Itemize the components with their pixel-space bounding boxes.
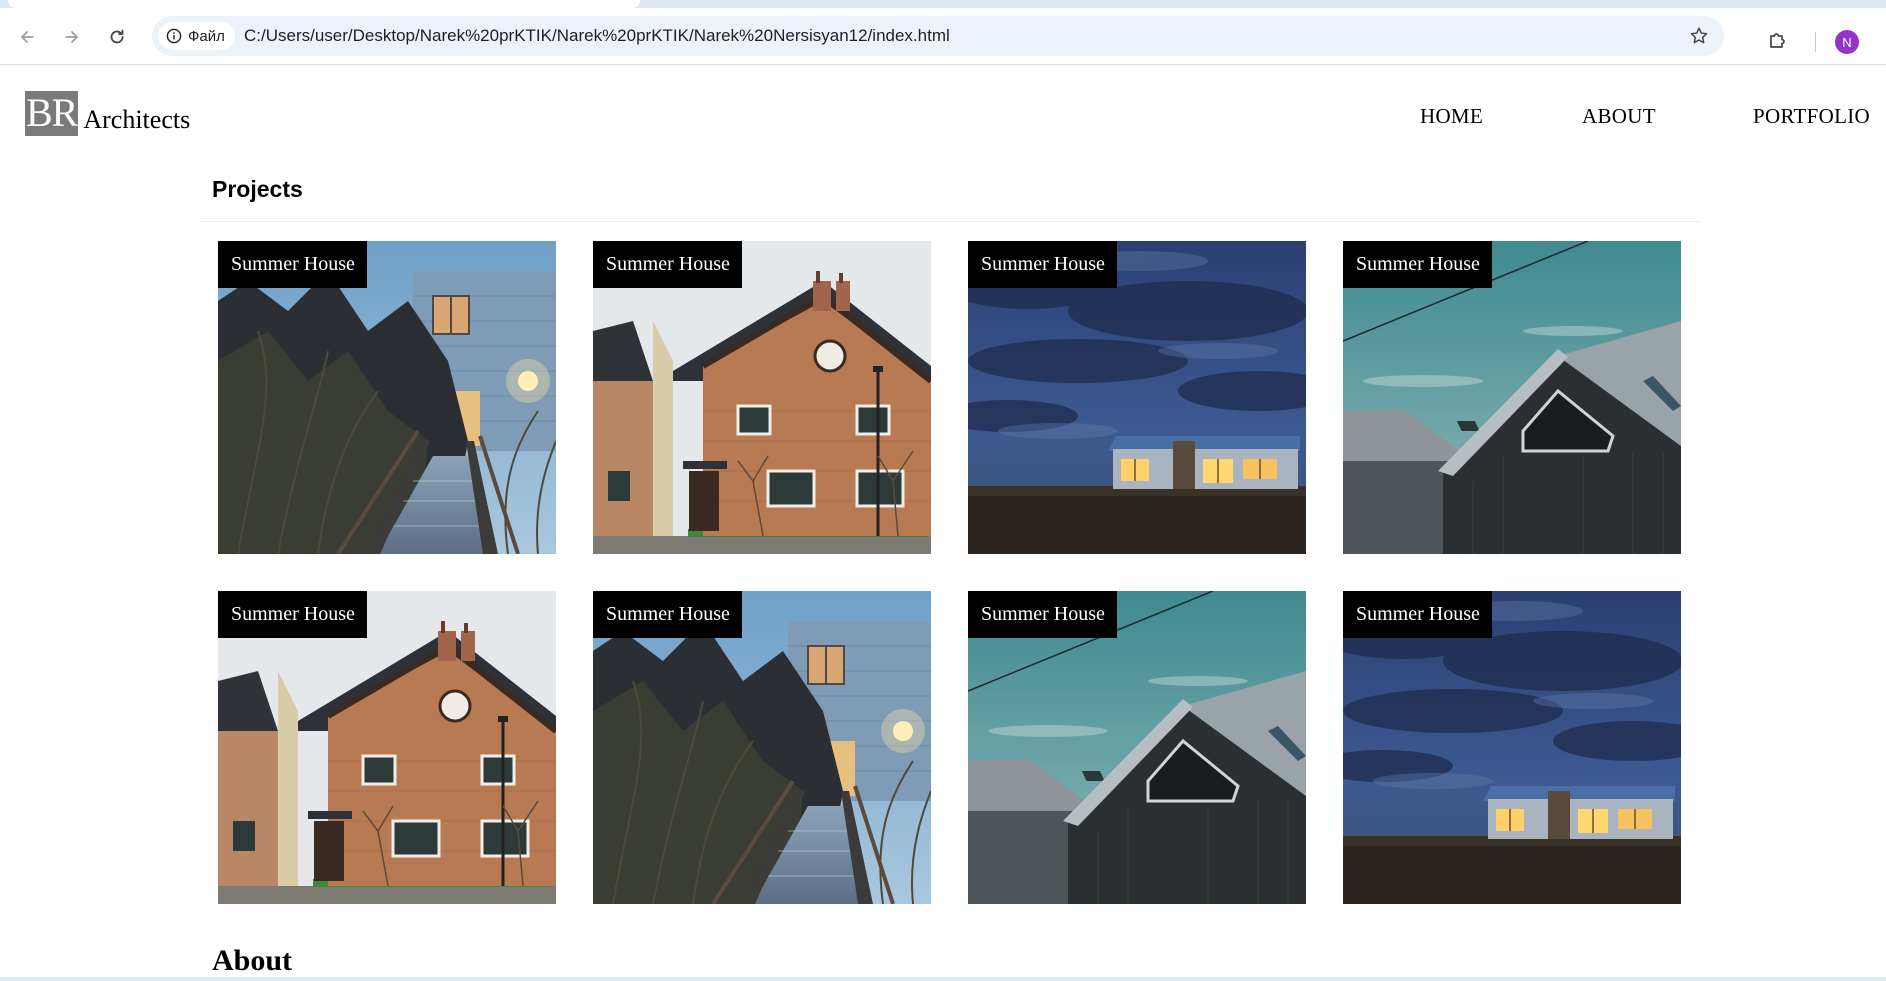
project-label: Summer House [218,591,367,638]
project-tile[interactable]: Summer House [968,241,1306,554]
section-divider [200,221,1700,222]
nav-about-link[interactable]: ABOUT [1582,104,1656,129]
project-tile[interactable]: Summer House [968,591,1306,904]
project-tile[interactable]: Summer House [593,591,931,904]
nav-home-link[interactable]: HOME [1420,104,1483,129]
project-label: Summer House [968,591,1117,638]
project-label: Summer House [593,241,742,288]
tab-strip [0,0,1886,8]
logo-mark: BR [25,90,78,136]
reload-icon [110,29,124,44]
back-button[interactable] [10,20,44,54]
logo-text: Architects [83,105,191,134]
site-info-chip[interactable]: Файл [158,22,235,50]
project-tile[interactable]: Summer House [593,241,931,554]
bookmark-star-icon[interactable] [1688,25,1710,47]
back-arrow-icon [21,31,34,43]
project-tile[interactable]: Summer House [1343,241,1681,554]
project-label: Summer House [968,241,1117,288]
site-info-label: Файл [188,27,225,45]
project-label: Summer House [1343,241,1492,288]
address-bar[interactable]: Файл C:/Users/user/Desktop/Narek%20prKTI… [152,16,1724,56]
project-label: Summer House [1343,591,1492,638]
about-heading: About [212,944,293,977]
project-tile[interactable]: Summer House [218,241,556,554]
project-tile[interactable]: Summer House [1343,591,1681,904]
forward-arrow-icon [65,31,78,43]
browser-toolbar: Файл C:/Users/user/Desktop/Narek%20prKTI… [0,8,1886,65]
active-tab[interactable] [8,0,640,8]
extensions-puzzle-icon[interactable] [1766,28,1790,52]
forward-button[interactable] [55,20,89,54]
projects-heading: Projects [212,176,303,202]
window-bottom-edge [0,977,1886,981]
project-label: Summer House [218,241,367,288]
profile-avatar[interactable]: N [1835,30,1859,54]
url-text[interactable]: C:/Users/user/Desktop/Narek%20prKTIK/Nar… [244,26,950,46]
toolbar-separator [1815,32,1816,52]
project-label: Summer House [593,591,742,638]
nav-portfolio-link[interactable]: PORTFOLIO [1753,104,1870,129]
project-tile[interactable]: Summer House [218,591,556,904]
site-logo[interactable]: BR Architects [25,91,190,136]
info-icon [166,28,182,44]
web-page: BR Architects HOME ABOUT PORTFOLIO Proje… [0,66,1886,981]
reload-button[interactable] [100,20,134,54]
